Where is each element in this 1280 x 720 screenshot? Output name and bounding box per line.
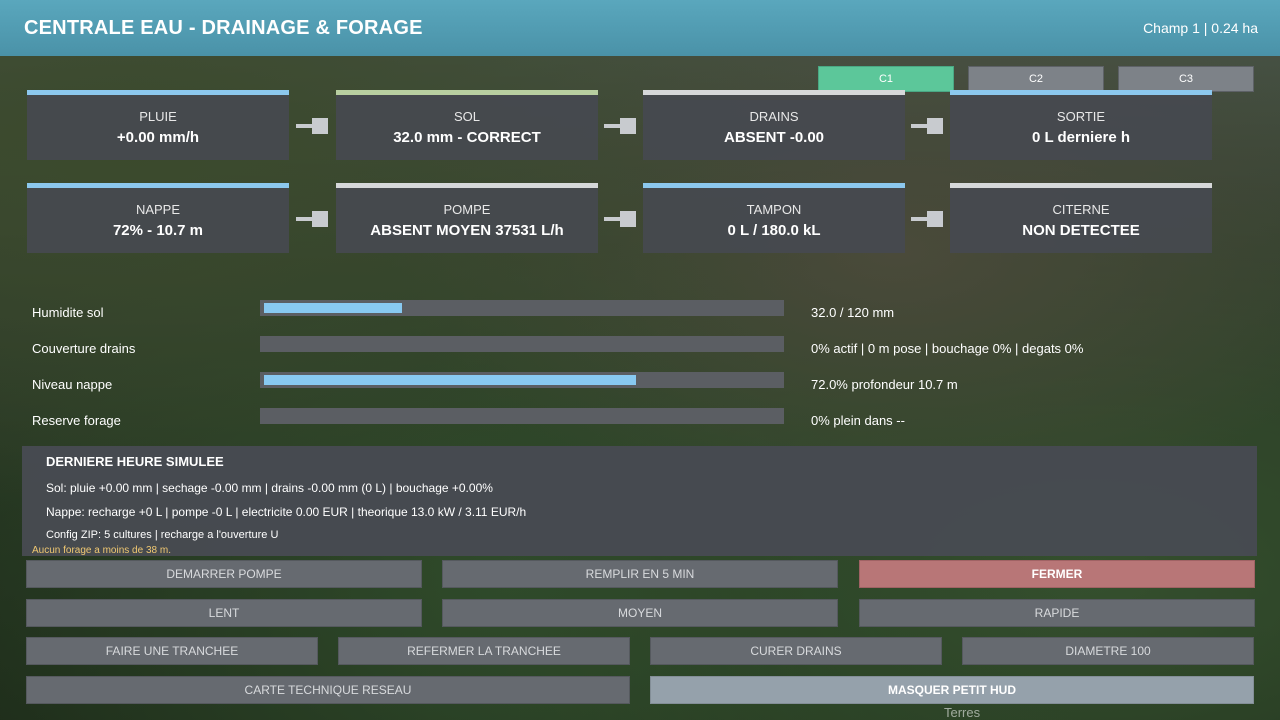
tab-c1[interactable]: C1 xyxy=(818,66,954,92)
tab-c3[interactable]: C3 xyxy=(1118,66,1254,92)
card-pluie: PLUIE +0.00 mm/h xyxy=(27,90,289,160)
connector-icon xyxy=(911,117,945,135)
close-trench-button[interactable]: REFERMER LA TRANCHEE xyxy=(338,637,630,665)
gauge-label-reserve: Reserve forage xyxy=(32,413,121,428)
window-header: CENTRALE EAU - DRAINAGE & FORAGE Champ 1… xyxy=(0,0,1280,56)
gauge-fill xyxy=(264,375,636,385)
card-label: CITERNE xyxy=(1052,202,1110,217)
connector-icon xyxy=(296,117,330,135)
card-drains: DRAINS ABSENT -0.00 xyxy=(643,90,905,160)
connector-icon xyxy=(604,117,638,135)
gauge-value-nappe: 72.0% profondeur 10.7 m xyxy=(811,377,958,392)
gauge-label-humidite: Humidite sol xyxy=(32,305,104,320)
card-value: 0 L derniere h xyxy=(1031,129,1131,146)
network-map-button[interactable]: CARTE TECHNIQUE RESEAU xyxy=(26,676,630,704)
gauge-couverture-drains xyxy=(260,336,784,352)
field-tabs: C1 C2 C3 xyxy=(818,66,1254,92)
close-button[interactable]: FERMER xyxy=(859,560,1255,588)
card-label: TAMPON xyxy=(746,202,802,217)
card-tampon: TAMPON 0 L / 180.0 kL xyxy=(643,183,905,253)
card-label: POMPE xyxy=(443,202,491,217)
simulation-panel: DERNIERE HEURE SIMULEE Sol: pluie +0.00 … xyxy=(22,446,1257,556)
card-value: ABSENT -0.00 xyxy=(723,129,825,146)
card-value: 72% - 10.7 m xyxy=(112,222,204,239)
card-label: PLUIE xyxy=(139,109,177,124)
background-world-text: Terres xyxy=(944,705,981,720)
card-pompe: POMPE ABSENT MOYEN 37531 L/h xyxy=(336,183,598,253)
start-pump-button[interactable]: DEMARRER POMPE xyxy=(26,560,422,588)
clean-drains-button[interactable]: CURER DRAINS xyxy=(650,637,942,665)
card-nappe: NAPPE 72% - 10.7 m xyxy=(27,183,289,253)
simulation-line-sol: Sol: pluie +0.00 mm | sechage -0.00 mm |… xyxy=(46,481,493,495)
card-value: NON DETECTEE xyxy=(1022,222,1140,239)
hide-hud-button[interactable]: MASQUER PETIT HUD xyxy=(650,676,1254,704)
warning-text: Aucun forage a moins de 38 m. xyxy=(32,545,171,556)
card-label: SOL xyxy=(453,109,480,124)
connector-icon xyxy=(911,210,945,228)
speed-fast-button[interactable]: RAPIDE xyxy=(859,599,1255,627)
gauge-humidite-sol xyxy=(260,300,784,316)
gauge-niveau-nappe xyxy=(260,372,784,388)
simulation-line-config: Config ZIP: 5 cultures | recharge a l'ou… xyxy=(46,529,279,541)
gauge-value-humidite: 32.0 / 120 mm xyxy=(811,305,895,320)
gauge-value-reserve: 0% plein dans -- xyxy=(811,413,905,428)
card-label: NAPPE xyxy=(135,202,181,217)
connector-icon xyxy=(296,210,330,228)
page-title: CENTRALE EAU - DRAINAGE & FORAGE xyxy=(24,16,423,39)
gauge-fill xyxy=(264,303,402,313)
card-label: DRAINS xyxy=(749,109,799,124)
field-info: Champ 1 | 0.24 ha xyxy=(1143,20,1258,36)
card-citerne: CITERNE NON DETECTEE xyxy=(950,183,1212,253)
card-label: SORTIE xyxy=(1056,109,1106,124)
gauge-label-nappe: Niveau nappe xyxy=(32,377,113,392)
card-sol: SOL 32.0 mm - CORRECT xyxy=(336,90,598,160)
gauge-reserve-forage xyxy=(260,408,784,424)
card-value: ABSENT MOYEN 37531 L/h xyxy=(370,222,564,239)
gauge-value-couverture: 0% actif | 0 m pose | bouchage 0% | dega… xyxy=(811,341,1084,356)
card-value: 32.0 mm - CORRECT xyxy=(393,129,541,146)
tab-c2[interactable]: C2 xyxy=(968,66,1104,92)
speed-slow-button[interactable]: LENT xyxy=(26,599,422,627)
simulation-title: DERNIERE HEURE SIMULEE xyxy=(46,454,224,469)
card-value: +0.00 mm/h xyxy=(116,129,200,146)
diameter-button[interactable]: DIAMETRE 100 xyxy=(962,637,1254,665)
card-value: 0 L / 180.0 kL xyxy=(727,222,821,239)
connector-icon xyxy=(604,210,638,228)
card-sortie: SORTIE 0 L derniere h xyxy=(950,90,1212,160)
speed-medium-button[interactable]: MOYEN xyxy=(442,599,838,627)
simulation-line-nappe: Nappe: recharge +0 L | pompe -0 L | elec… xyxy=(46,505,527,519)
fill-5min-button[interactable]: REMPLIR EN 5 MIN xyxy=(442,560,838,588)
dig-trench-button[interactable]: FAIRE UNE TRANCHEE xyxy=(26,637,318,665)
gauge-label-couverture: Couverture drains xyxy=(32,341,136,356)
